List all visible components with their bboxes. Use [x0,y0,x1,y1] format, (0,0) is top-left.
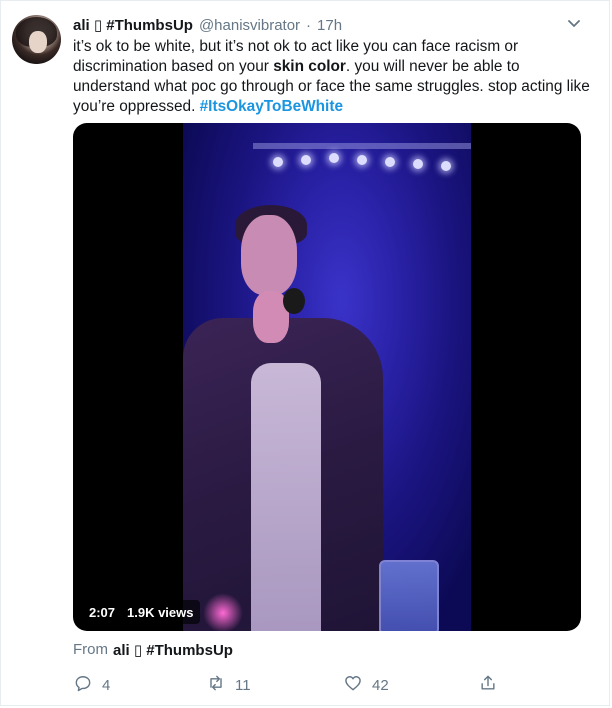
tweet-card[interactable]: ali ▯ #ThumbsUp @hanisvibrator · 17h it’… [0,0,610,706]
from-source-link[interactable]: ali ▯ #ThumbsUp [113,641,233,659]
reply-button[interactable]: 4 [73,674,110,696]
heart-icon [343,673,363,697]
like-count: 42 [372,676,389,694]
video-views-badge: 1.9K views [121,600,200,624]
display-name[interactable]: ali ▯ #ThumbsUp [73,16,193,34]
video-source: From ali ▯ #ThumbsUp [73,641,233,659]
tweet-text: it’s ok to be white, but it’s not ok to … [73,37,593,117]
reply-count: 4 [102,676,111,694]
separator: · [306,16,312,34]
retweet-icon [206,673,226,697]
like-button[interactable]: 42 [343,674,389,696]
video-player[interactable]: 2:07 1.9K views [73,123,581,631]
share-button[interactable] [478,674,498,696]
tweet-header: ali ▯ #ThumbsUp @hanisvibrator · 17h [73,14,342,36]
reply-icon [73,673,93,697]
share-icon [478,673,498,697]
video-frame [183,123,471,631]
tweet-actions: 4 11 42 [73,674,503,696]
hashtag-link[interactable]: #ItsOkayToBeWhite [200,98,343,115]
user-handle[interactable]: @hanisvibrator [199,17,300,34]
retweet-count: 11 [235,676,251,694]
from-prefix: From [73,641,108,658]
video-duration-badge: 2:07 [83,600,122,624]
chevron-down-icon[interactable] [566,16,582,32]
retweet-button[interactable]: 11 [206,674,251,696]
tweet-text-bold: skin color [273,58,346,75]
timestamp[interactable]: 17h [317,17,342,34]
avatar[interactable] [12,15,61,64]
